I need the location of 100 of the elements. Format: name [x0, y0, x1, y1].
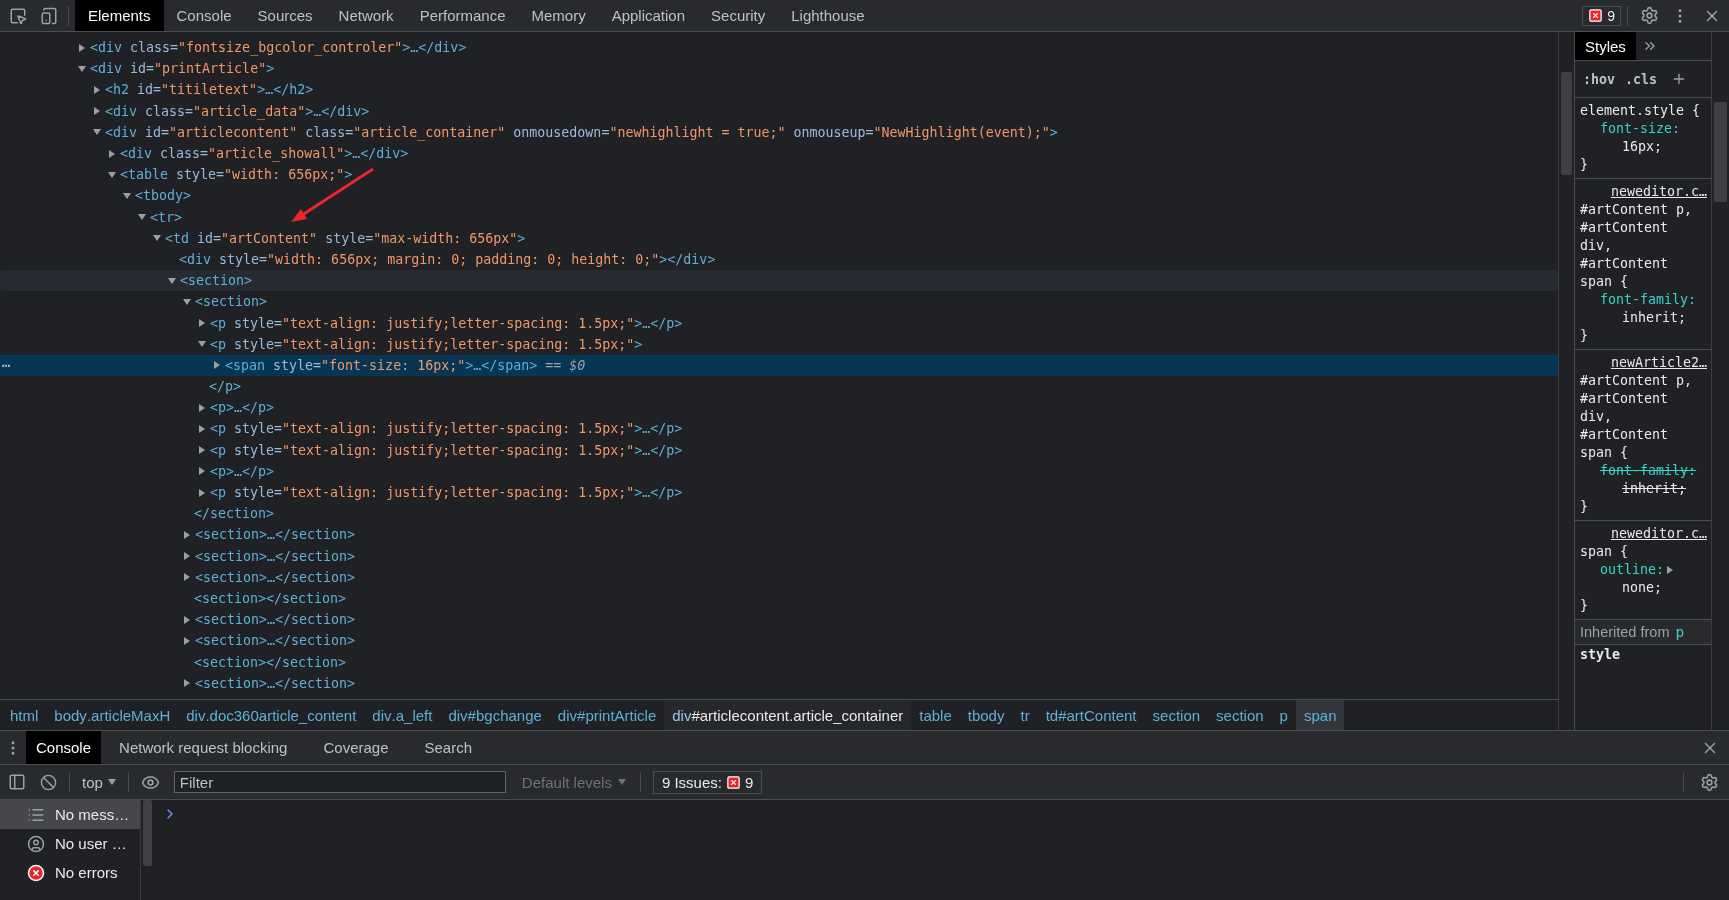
dom-tree-row[interactable]: <p style="text-align: justify;letter-spacing: 1.5px;"> — [0, 333, 1558, 355]
dom-tree-row[interactable]: <p style="text-align: justify;letter-spacing: 1.5px;">…</p> — [0, 481, 1558, 504]
disclosure-triangle-icon[interactable] — [168, 277, 176, 284]
css-property-name[interactable]: font-family: — [1600, 463, 1697, 478]
disclosure-triangle-icon[interactable] — [184, 573, 190, 582]
disclosure-triangle-icon[interactable] — [94, 85, 100, 94]
breadcrumb-item[interactable]: p — [1271, 700, 1296, 730]
dom-tree-row[interactable]: <div class="fontsize_bgcolor_controler">…</div> — [0, 37, 1558, 59]
scrollbar-thumb[interactable] — [1714, 102, 1727, 202]
disclosure-triangle-icon[interactable] — [199, 488, 205, 497]
drawer-tab[interactable]: Network request blocking — [101, 731, 306, 764]
breadcrumb-item[interactable]: section — [1208, 700, 1272, 730]
class-toggle[interactable]: .cls — [1625, 71, 1658, 87]
stylesheet-link[interactable]: neweditor.c… — [1580, 183, 1707, 201]
css-property-name[interactable]: font-family: — [1600, 292, 1697, 307]
disclosure-triangle-icon[interactable] — [184, 679, 190, 688]
breadcrumb-item[interactable]: div.a_left — [364, 700, 441, 730]
disclosure-triangle-icon[interactable] — [79, 43, 85, 52]
css-property-value[interactable]: 16px; — [1600, 138, 1707, 156]
dom-tree-row[interactable]: <section></section> — [0, 651, 1558, 673]
settings-icon[interactable] — [1700, 772, 1719, 792]
sidebar-item[interactable]: No mess… — [0, 800, 140, 829]
disclosure-triangle-icon[interactable] — [108, 171, 116, 178]
dom-tree-row[interactable]: <section>…</section> — [0, 672, 1558, 694]
disclosure-triangle-icon[interactable] — [138, 214, 146, 221]
breadcrumb-item[interactable]: span — [1295, 700, 1345, 730]
dom-tree-row[interactable]: <section> — [0, 270, 1558, 292]
panel-tab[interactable]: Performance — [406, 0, 519, 31]
disclosure-triangle-icon[interactable] — [199, 424, 205, 433]
dom-tree-row[interactable]: <section>…</section> — [0, 524, 1558, 546]
disclosure-triangle-icon[interactable] — [184, 615, 190, 624]
dom-tree-row[interactable]: <p style="text-align: justify;letter-spacing: 1.5px;">…</p> — [0, 418, 1558, 440]
drawer-tab[interactable]: Console — [26, 731, 102, 764]
sidebar-item[interactable]: No errors — [0, 858, 140, 887]
dom-tree-row[interactable]: <div id="printArticle"> — [0, 58, 1558, 80]
css-property-value[interactable]: inherit; — [1600, 309, 1707, 327]
disclosure-triangle-icon[interactable] — [153, 235, 161, 242]
dom-tree-row[interactable]: ⋯ <span style="font-size: 16px;">…</span> == $0 — [0, 354, 1558, 376]
breadcrumb-item[interactable]: div#articlecontent.article_container — [664, 700, 912, 730]
dom-tree-row[interactable]: <p style="text-align: justify;letter-spacing: 1.5px;">…</p> — [0, 439, 1558, 461]
breadcrumb-item[interactable]: div#bgchange — [440, 700, 550, 730]
breadcrumb-item[interactable]: body.articleMaxH — [46, 700, 179, 730]
filter-field[interactable]: Filter — [173, 771, 506, 793]
issues-badge[interactable]: 9 — [1582, 5, 1621, 26]
hover-state-toggle[interactable]: :hov — [1583, 71, 1616, 87]
sidebar-toggle-icon[interactable] — [8, 773, 26, 791]
dom-tree-row[interactable]: <section>…</section> — [0, 545, 1558, 567]
disclosure-triangle-icon[interactable] — [123, 192, 131, 199]
breadcrumb-item[interactable]: tr — [1012, 700, 1038, 730]
css-property-value[interactable]: none; — [1600, 579, 1707, 597]
panel-tab[interactable]: Application — [598, 0, 699, 31]
disclosure-triangle-icon[interactable] — [184, 552, 190, 561]
inherited-element-link[interactable]: p — [1675, 624, 1685, 640]
panel-tab[interactable]: Security — [698, 0, 779, 31]
drawer-tab[interactable]: Coverage — [305, 731, 407, 764]
disclosure-triangle-icon[interactable] — [78, 65, 86, 72]
panel-tab[interactable]: Styles — [1575, 32, 1636, 60]
issues-button[interactable]: 9 Issues: 9 — [652, 770, 763, 794]
breadcrumb-item[interactable]: tbody — [959, 700, 1013, 730]
clear-console-icon[interactable] — [40, 773, 57, 791]
disclosure-triangle-icon[interactable] — [184, 636, 190, 645]
stylesheet-link[interactable]: newArticle2… — [1580, 354, 1707, 372]
dom-tree-row[interactable]: <table style="width: 656px;"> — [0, 164, 1558, 186]
dom-tree-row[interactable]: <section>…</section> — [0, 630, 1558, 652]
css-property-name[interactable]: font-size: — [1600, 121, 1681, 136]
disclosure-triangle-icon[interactable] — [94, 107, 100, 116]
panel-tab[interactable]: Memory — [518, 0, 599, 31]
panel-tab[interactable]: Sources — [244, 0, 326, 31]
inspect-element-icon[interactable] — [9, 6, 27, 25]
disclosure-triangle-icon[interactable] — [198, 341, 206, 348]
dom-tree-row[interactable]: <td id="artContent" style="max-width: 656px"> — [0, 227, 1558, 249]
scrollbar-thumb[interactable] — [143, 800, 152, 866]
disclosure-triangle-icon[interactable] — [183, 298, 191, 305]
dom-tree-row[interactable]: <section>…</section> — [0, 566, 1558, 588]
dom-tree-row[interactable]: <section></section> — [0, 587, 1558, 610]
stylesheet-link[interactable]: neweditor.c… — [1580, 525, 1707, 543]
disclosure-triangle-icon[interactable] — [199, 467, 205, 476]
row-menu-dots[interactable]: ⋯ — [2, 357, 11, 374]
dom-tree-row[interactable]: <div class="article_showall">…</div> — [0, 142, 1558, 165]
panel-tab[interactable]: Console — [163, 0, 245, 31]
device-toolbar-icon[interactable] — [40, 6, 58, 25]
drawer-tab[interactable]: Search — [406, 731, 491, 764]
dom-tree-row[interactable]: <p>…</p> — [0, 460, 1558, 482]
disclosure-triangle-icon[interactable] — [109, 149, 115, 158]
settings-icon[interactable] — [1640, 6, 1659, 25]
breadcrumb-item[interactable]: section — [1144, 700, 1209, 730]
breadcrumb-item[interactable]: div.doc360article_content — [178, 700, 365, 730]
dom-tree-row[interactable]: <div style="width: 656px; margin: 0; padding: 0; height: 0;"></div> — [0, 248, 1558, 271]
dom-tree-row[interactable]: <div class="article_data">…</div> — [0, 100, 1558, 122]
disclosure-triangle-icon[interactable] — [214, 361, 220, 370]
dom-tree-row[interactable]: <tr> — [0, 206, 1558, 228]
dom-tree-row[interactable]: <p>…</p> — [0, 397, 1558, 419]
breadcrumb-item[interactable]: div#printArticle — [549, 700, 665, 730]
dom-tree-row[interactable]: <h2 id="titiletext">…</h2> — [0, 79, 1558, 101]
sidebar-item[interactable]: No user … — [0, 829, 140, 858]
disclosure-triangle-icon[interactable] — [184, 530, 190, 539]
css-property-value[interactable]: inherit; — [1600, 480, 1707, 498]
scrollbar-thumb[interactable] — [1561, 72, 1572, 175]
dom-tree-row[interactable]: <p style="text-align: justify;letter-spacing: 1.5px;">…</p> — [0, 312, 1558, 334]
disclosure-triangle-icon[interactable] — [199, 319, 205, 328]
